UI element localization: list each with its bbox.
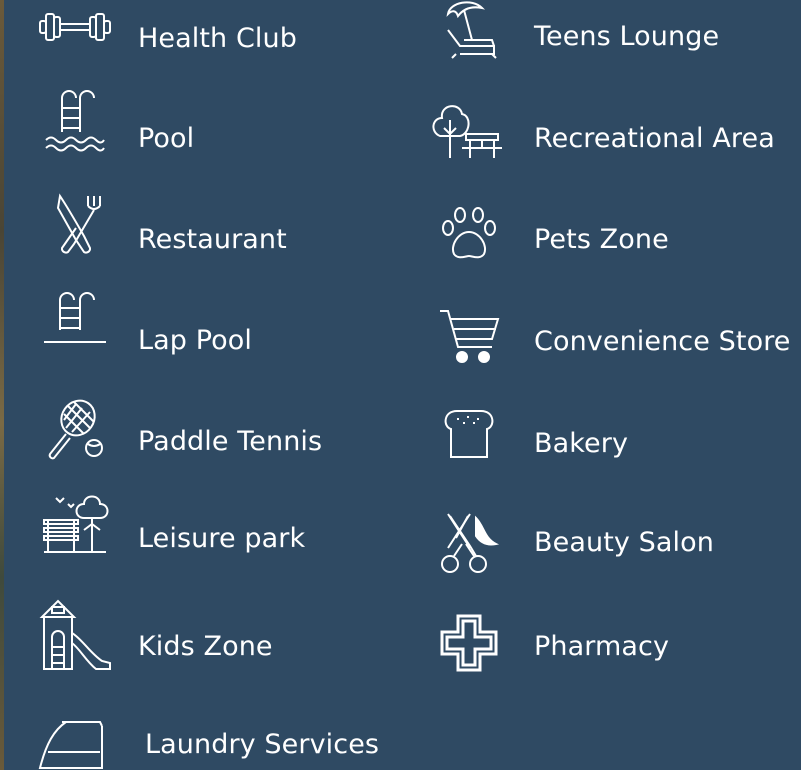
park-bench-tree-icon: [42, 490, 110, 554]
amenity-label: Pharmacy: [534, 631, 670, 662]
shopping-cart-icon: [438, 307, 500, 365]
bread-loaf-icon: [443, 409, 495, 461]
medical-cross-icon: [440, 614, 498, 672]
amenity-label: Convenience Store: [534, 326, 791, 357]
beach-umbrella-chair-icon: [442, 0, 498, 58]
amenity-label: Pool: [138, 123, 195, 154]
tennis-racket-ball-icon: [46, 398, 104, 460]
amenity-label: Bakery: [534, 428, 629, 459]
amenity-label: Paddle Tennis: [138, 426, 323, 457]
tree-picnic-table-icon: [432, 96, 504, 160]
dumbbell-icon: [38, 8, 112, 46]
amenity-label: Recreational Area: [534, 123, 775, 154]
iron-icon: [38, 718, 106, 770]
amenity-label: Restaurant: [138, 224, 287, 255]
pool-ladder-waves-icon: [44, 88, 106, 156]
playhouse-slide-icon: [38, 597, 112, 671]
amenity-label: Health Club: [138, 23, 297, 54]
amenity-label: Teens Lounge: [534, 21, 720, 52]
amenity-label: Pets Zone: [534, 224, 669, 255]
amenity-label: Laundry Services: [145, 729, 380, 760]
amenity-label: Leisure park: [138, 523, 306, 554]
pool-ladder-icon: [44, 290, 108, 346]
paw-print-icon: [442, 206, 496, 262]
background-photo-edge: [0, 0, 4, 770]
scissors-comb-icon: [440, 512, 498, 574]
knife-fork-icon: [54, 192, 100, 256]
amenity-label: Kids Zone: [138, 631, 273, 662]
amenity-label: Lap Pool: [138, 325, 252, 356]
amenity-label: Beauty Salon: [534, 527, 714, 558]
